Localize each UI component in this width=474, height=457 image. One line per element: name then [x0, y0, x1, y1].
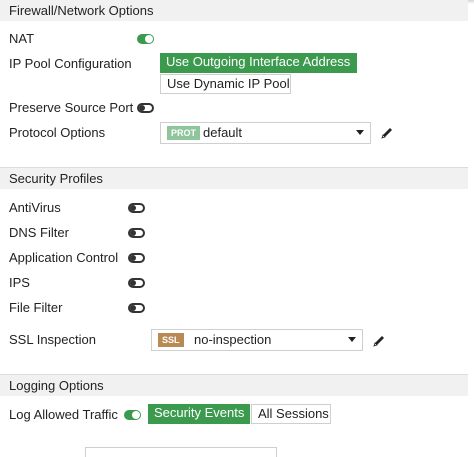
application-control-toggle[interactable] — [128, 253, 145, 263]
security-events-option[interactable]: Security Events — [148, 404, 250, 424]
firewall-network-options-header: Firewall/Network Options — [0, 0, 468, 21]
chevron-down-icon — [356, 130, 364, 135]
ssl-inspection-label: SSL Inspection — [9, 332, 96, 347]
antivirus-toggle[interactable] — [128, 203, 145, 213]
ssl-inspection-value: no-inspection — [194, 332, 272, 347]
file-filter-label: File Filter — [9, 300, 63, 315]
antivirus-label: AntiVirus — [9, 200, 61, 215]
dns-filter-toggle[interactable] — [128, 228, 145, 238]
logging-options-header: Logging Options — [0, 374, 468, 396]
prot-badge: PROT — [167, 126, 201, 140]
log-allowed-traffic-label: Log Allowed Traffic — [9, 407, 118, 422]
protocol-options-value: default — [203, 125, 243, 140]
ssl-inspection-select[interactable]: SSL no-inspection — [151, 329, 363, 351]
nat-label: NAT — [9, 31, 35, 46]
preserve-source-port-toggle[interactable] — [137, 103, 154, 113]
edit-pencil-icon[interactable] — [380, 126, 394, 140]
protocol-options-label: Protocol Options — [9, 125, 106, 140]
edit-pencil-icon[interactable] — [372, 334, 386, 348]
ip-pool-configuration-label: IP Pool Configuration — [9, 56, 132, 71]
ips-toggle[interactable] — [128, 278, 145, 288]
chevron-down-icon — [348, 337, 356, 342]
ssl-badge: SSL — [158, 333, 184, 347]
application-control-label: Application Control — [9, 250, 119, 265]
ips-label: IPS — [9, 275, 30, 290]
all-sessions-option[interactable]: All Sessions — [251, 404, 331, 424]
use-dynamic-ip-pool-option[interactable]: Use Dynamic IP Pool — [160, 74, 291, 94]
protocol-options-select[interactable]: PROT default — [160, 122, 371, 144]
partial-input-field[interactable] — [85, 447, 277, 457]
nat-toggle[interactable] — [137, 34, 154, 44]
use-outgoing-interface-address-option[interactable]: Use Outgoing Interface Address — [160, 53, 357, 73]
log-allowed-traffic-toggle[interactable] — [124, 410, 141, 420]
preserve-source-port-label: Preserve Source Port — [9, 100, 134, 115]
file-filter-toggle[interactable] — [128, 303, 145, 313]
dns-filter-label: DNS Filter — [9, 225, 69, 240]
security-profiles-header: Security Profiles — [0, 167, 468, 189]
